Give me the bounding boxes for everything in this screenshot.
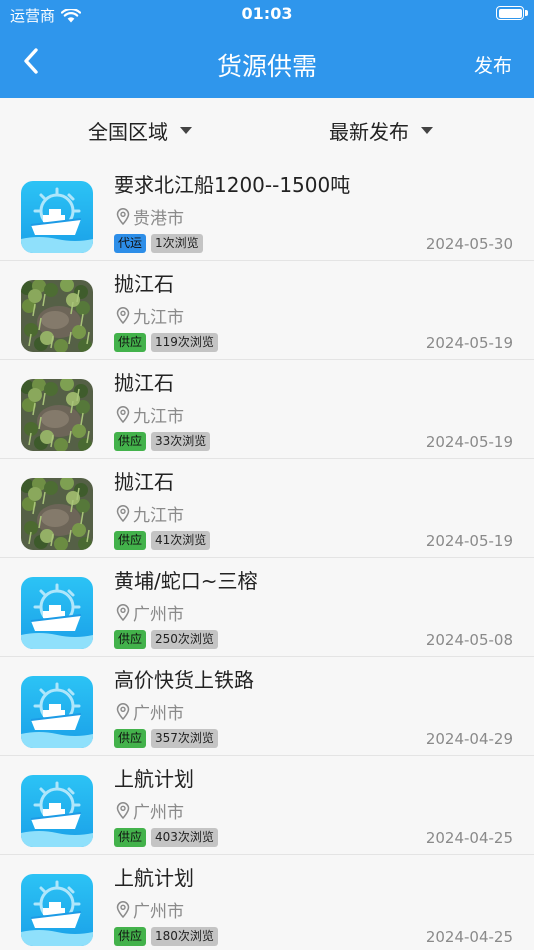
item-tags: 供应 403次浏览 bbox=[114, 828, 218, 847]
region-filter-dropdown[interactable]: 全国区域 bbox=[88, 116, 192, 145]
item-views-badge: 119次浏览 bbox=[151, 333, 218, 352]
location-pin-icon bbox=[116, 208, 130, 225]
item-location: 广州市 bbox=[116, 600, 184, 625]
item-location-text: 广州市 bbox=[133, 605, 184, 625]
publish-button[interactable]: 发布 bbox=[474, 51, 512, 78]
navbar: 货源供需 发布 bbox=[0, 28, 534, 98]
battery-icon bbox=[496, 6, 524, 20]
supply-demand-list: 要求北江船1200--1500吨 贵港市 代运 1次浏览 2024-05-30 抛江石 九江… bbox=[0, 162, 534, 950]
item-title: 抛江石 bbox=[114, 272, 174, 296]
item-views-badge: 250次浏览 bbox=[151, 630, 218, 649]
ship-icon bbox=[21, 181, 93, 253]
list-item[interactable]: 高价快货上铁路广州市供应 357次浏览 2024-04-29 bbox=[0, 657, 534, 756]
location-pin-icon bbox=[116, 505, 130, 522]
item-tags: 供应 33次浏览 bbox=[114, 432, 211, 451]
item-date: 2024-04-25 bbox=[425, 928, 513, 946]
location-pin-icon bbox=[116, 802, 130, 819]
item-location-text: 广州市 bbox=[133, 803, 184, 823]
location-pin-icon bbox=[116, 307, 130, 324]
list-item[interactable]: 抛江石九江市供应 33次浏览 2024-05-19 bbox=[0, 360, 534, 459]
list-item[interactable]: 抛江石九江市供应 119次浏览 2024-05-19 bbox=[0, 261, 534, 360]
item-views-badge: 403次浏览 bbox=[151, 828, 218, 847]
item-views-badge: 180次浏览 bbox=[151, 927, 218, 946]
list-item[interactable]: 黄埔/蛇口~三榕广州市供应 250次浏览 2024-05-08 bbox=[0, 558, 534, 657]
item-views-badge: 1次浏览 bbox=[151, 234, 203, 253]
item-type-badge: 供应 bbox=[114, 927, 147, 946]
filter-bar: 全国区域 最新发布 bbox=[0, 98, 534, 162]
item-location: 广州市 bbox=[116, 798, 184, 823]
item-location-text: 九江市 bbox=[133, 407, 184, 427]
item-tags: 供应 119次浏览 bbox=[114, 333, 218, 352]
item-tags: 供应 180次浏览 bbox=[114, 927, 218, 946]
location-pin-icon bbox=[116, 901, 130, 918]
status-bar: 运营商 01:03 bbox=[0, 0, 534, 28]
item-location: 广州市 bbox=[116, 699, 184, 724]
item-tags: 供应 41次浏览 bbox=[114, 531, 211, 550]
item-location-text: 九江市 bbox=[133, 506, 184, 526]
item-location: 贵港市 bbox=[116, 204, 184, 229]
app-header: 运营商 01:03 货源供需 发布 bbox=[0, 0, 534, 98]
item-type-badge: 供应 bbox=[114, 630, 147, 649]
item-date: 2024-04-25 bbox=[425, 829, 513, 847]
sort-filter-dropdown[interactable]: 最新发布 bbox=[329, 116, 433, 145]
page-title: 货源供需 bbox=[216, 52, 317, 81]
rock-photo-thumbnail bbox=[21, 280, 93, 352]
item-date: 2024-05-19 bbox=[425, 334, 513, 352]
location-pin-icon bbox=[116, 604, 130, 621]
item-date: 2024-05-30 bbox=[425, 235, 513, 253]
item-tags: 供应 357次浏览 bbox=[114, 729, 218, 748]
item-date: 2024-04-29 bbox=[425, 730, 513, 748]
item-type-badge: 供应 bbox=[114, 333, 147, 352]
item-type-badge: 供应 bbox=[114, 729, 147, 748]
item-title: 要求北江船1200--1500吨 bbox=[114, 173, 351, 197]
sort-filter-label: 最新发布 bbox=[329, 120, 409, 144]
item-views-badge: 33次浏览 bbox=[151, 432, 211, 451]
item-date: 2024-05-19 bbox=[425, 433, 513, 451]
item-title: 抛江石 bbox=[114, 470, 174, 494]
list-item[interactable]: 要求北江船1200--1500吨贵港市代运 1次浏览 2024-05-30 bbox=[0, 162, 534, 261]
ship-icon bbox=[21, 676, 93, 748]
item-type-badge: 供应 bbox=[114, 828, 147, 847]
rock-photo-thumbnail bbox=[21, 478, 93, 550]
region-filter-label: 全国区域 bbox=[88, 120, 168, 144]
item-title: 上航计划 bbox=[114, 866, 194, 890]
item-views-badge: 41次浏览 bbox=[151, 531, 211, 550]
ship-icon bbox=[21, 577, 93, 649]
item-type-badge: 供应 bbox=[114, 531, 147, 550]
item-title: 高价快货上铁路 bbox=[114, 668, 254, 692]
caret-down-icon bbox=[421, 127, 433, 134]
ship-icon bbox=[21, 874, 93, 946]
list-item[interactable]: 上航计划广州市供应 180次浏览 2024-04-25 bbox=[0, 855, 534, 950]
item-title: 上航计划 bbox=[114, 767, 194, 791]
item-location: 九江市 bbox=[116, 501, 184, 526]
list-item[interactable]: 抛江石九江市供应 41次浏览 2024-05-19 bbox=[0, 459, 534, 558]
item-type-badge: 代运 bbox=[114, 234, 147, 253]
item-location: 九江市 bbox=[116, 402, 184, 427]
item-location-text: 广州市 bbox=[133, 902, 184, 922]
ship-icon bbox=[21, 775, 93, 847]
rock-photo-thumbnail bbox=[21, 379, 93, 451]
item-date: 2024-05-08 bbox=[425, 631, 513, 649]
item-views-badge: 357次浏览 bbox=[151, 729, 218, 748]
item-location: 广州市 bbox=[116, 897, 184, 922]
item-type-badge: 供应 bbox=[114, 432, 147, 451]
item-title: 抛江石 bbox=[114, 371, 174, 395]
list-item[interactable]: 上航计划广州市供应 403次浏览 2024-04-25 bbox=[0, 756, 534, 855]
item-title: 黄埔/蛇口~三榕 bbox=[114, 569, 258, 593]
status-time: 01:03 bbox=[241, 4, 293, 23]
item-date: 2024-05-19 bbox=[425, 532, 513, 550]
battery-tip bbox=[525, 10, 528, 16]
location-pin-icon bbox=[116, 406, 130, 423]
item-location-text: 贵港市 bbox=[133, 209, 184, 229]
item-tags: 供应 250次浏览 bbox=[114, 630, 218, 649]
caret-down-icon bbox=[180, 127, 192, 134]
item-location-text: 九江市 bbox=[133, 308, 184, 328]
item-location-text: 广州市 bbox=[133, 704, 184, 724]
item-location: 九江市 bbox=[116, 303, 184, 328]
item-tags: 代运 1次浏览 bbox=[114, 234, 203, 253]
location-pin-icon bbox=[116, 703, 130, 720]
